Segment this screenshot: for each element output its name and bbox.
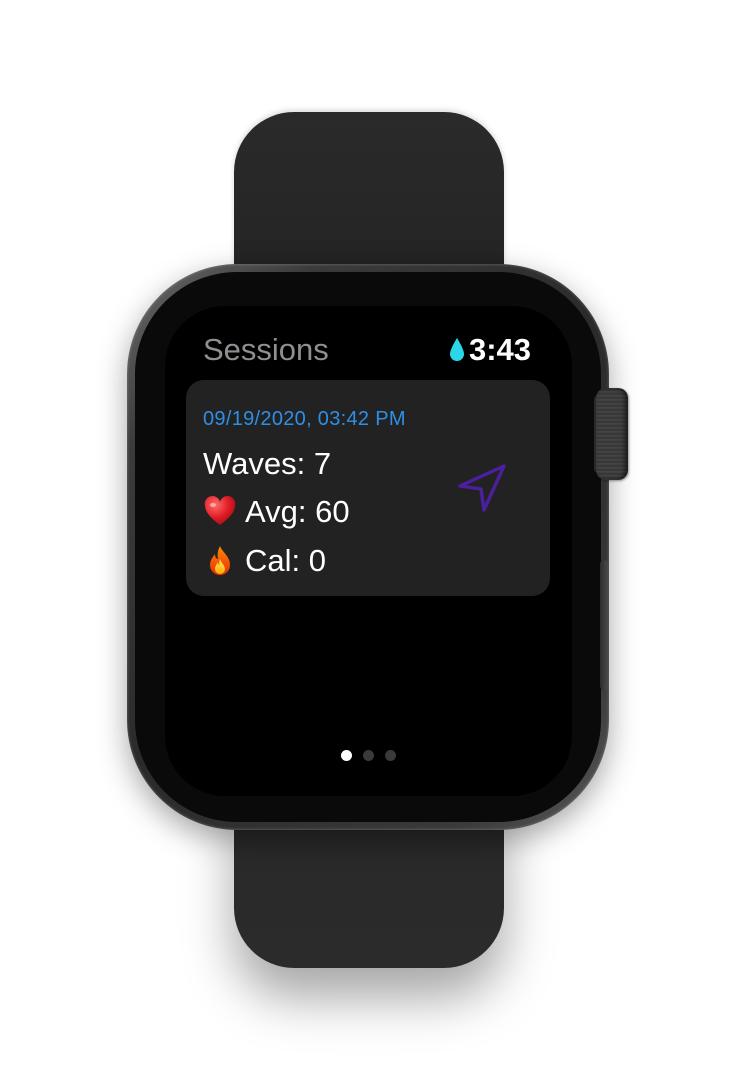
- session-date: 09/19/2020, 03:42 PM: [203, 408, 406, 430]
- water-drop-icon: [449, 338, 464, 361]
- status-time: 3:43: [449, 332, 531, 368]
- waves-label: Waves: 7: [203, 446, 332, 481]
- page-indicator[interactable]: [165, 750, 572, 761]
- fire-icon: [210, 546, 230, 575]
- watch-mockup: Sessions 3:43 09/19/2020, 03:42 PM Waves…: [0, 0, 736, 1084]
- watch-screen: Sessions 3:43 09/19/2020, 03:42 PM Waves…: [165, 306, 572, 796]
- page-title: Sessions: [203, 332, 329, 367]
- calories-stat: Cal: 0: [203, 543, 326, 579]
- waves-stat: Waves: 7: [203, 446, 331, 482]
- digital-crown[interactable]: [596, 388, 628, 480]
- page-dot-2[interactable]: [363, 750, 374, 761]
- calories-label: Cal: 0: [245, 543, 326, 578]
- heart-rate-stat: Avg: 60: [203, 494, 350, 530]
- session-card[interactable]: 09/19/2020, 03:42 PM Waves: 7 Avg: 60 Ca…: [186, 380, 550, 596]
- heart-icon: [204, 496, 236, 525]
- page-dot-3[interactable]: [385, 750, 396, 761]
- avg-label: Avg: 60: [245, 494, 350, 529]
- clock-time: 3:43: [468, 332, 531, 367]
- page-dot-1[interactable]: [341, 750, 352, 761]
- side-button[interactable]: [600, 560, 608, 690]
- location-arrow-icon[interactable]: [454, 460, 510, 516]
